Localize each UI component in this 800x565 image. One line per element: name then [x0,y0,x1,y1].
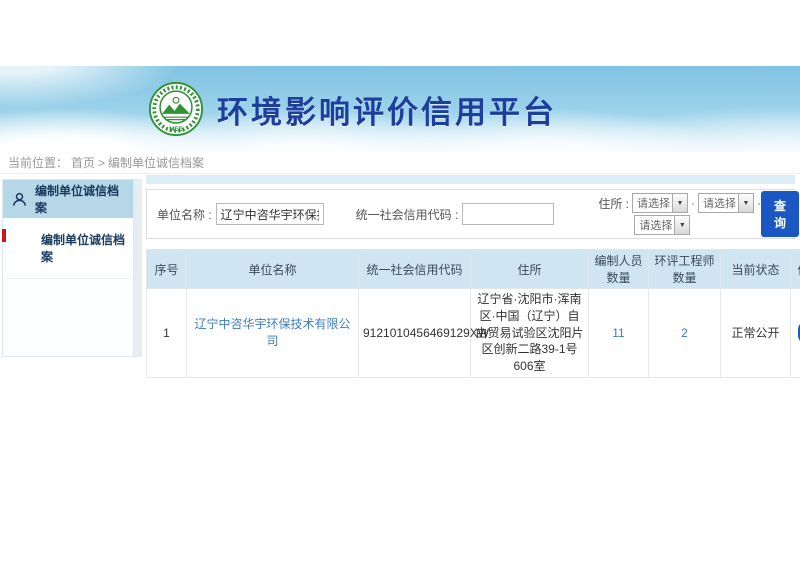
header-credit-code: 统一社会信用代码 [359,250,471,289]
engineer-count-link[interactable]: 2 [681,326,688,340]
chevron-down-icon: ▼ [674,216,689,234]
breadcrumb-home-link[interactable]: 首页 [71,156,95,170]
address-province-select[interactable]: 请选择 ▼ [632,193,688,213]
header-status: 当前状态 [721,250,791,289]
cell-credit-code: 9121010456469129XW [359,289,471,378]
breadcrumb: 当前位置：首页>编制单位诚信档案 [0,152,800,174]
sidebar-divider [134,179,142,357]
company-name-link[interactable]: 辽宁中咨华宇环保技术有限公司 [194,317,350,348]
query-button[interactable]: 查询 [761,191,799,237]
header-engineer-count: 环评工程师数量 [649,250,721,289]
credit-code-input[interactable] [462,203,554,225]
staff-count-link[interactable]: 11 [612,326,624,340]
site-banner: MEE 环境影响评价信用平台 [0,66,800,152]
page-layout: 编制单位诚信档案 编制单位诚信档案 单位名称 : 统一社会信用代码 : 住所 :… [0,175,800,565]
header-unit-name: 单位名称 [187,250,359,289]
user-icon [12,192,27,207]
sidebar-section-label: 编制单位诚信档案 [35,182,124,216]
table-row: 1 辽宁中咨华宇环保技术有限公司 9121010456469129XW 辽宁省·… [147,289,800,378]
credit-code-label: 统一社会信用代码 : [356,206,459,223]
header-credit-record: 信用记录 [791,250,800,289]
chevron-down-icon: ▼ [738,194,753,212]
mee-logo-icon: MEE [147,80,205,138]
header-staff-count: 编制人员数量 [589,250,649,289]
main-top-strip [146,175,795,184]
sidebar-item-label: 编制单位诚信档案 [41,233,125,264]
cell-address: 辽宁省·沈阳市·浑南区·中国（辽宁）自由贸易试验区沈阳片区创新二路39-1号60… [471,289,589,378]
sidebar-item-archive[interactable]: 编制单位诚信档案 [3,218,133,279]
unit-name-label: 单位名称 : [157,206,212,223]
breadcrumb-label: 当前位置： [8,156,68,170]
breadcrumb-current: 编制单位诚信档案 [108,156,204,170]
unit-name-input[interactable] [216,203,324,225]
address-district-select[interactable]: 请选择 ▼ [634,215,690,235]
header-address: 住所 [471,250,589,289]
main-content: 单位名称 : 统一社会信用代码 : 住所 : 请选择 ▼ · 请选择 ▼ · [146,175,795,378]
cell-index: 1 [147,289,187,378]
address-city-select[interactable]: 请选择 ▼ [698,193,754,213]
breadcrumb-separator: > [98,156,105,170]
table-header-row: 序号 单位名称 统一社会信用代码 住所 编制人员数量 环评工程师数量 当前状态 … [147,250,800,289]
chevron-down-icon: ▼ [672,194,687,212]
header-index: 序号 [147,250,187,289]
cell-status: 正常公开 [721,289,791,378]
search-panel: 单位名称 : 统一社会信用代码 : 住所 : 请选择 ▼ · 请选择 ▼ · [146,189,795,239]
address-select-group: 住所 : 请选择 ▼ · 请选择 ▼ · 请选择 ▼ [598,193,761,235]
sidebar-section-header[interactable]: 编制单位诚信档案 [3,180,133,218]
address-label: 住所 : [598,195,629,212]
results-table: 序号 单位名称 统一社会信用代码 住所 编制人员数量 环评工程师数量 当前状态 … [146,249,800,378]
sidebar: 编制单位诚信档案 编制单位诚信档案 [2,179,134,357]
svg-text:MEE: MEE [169,126,183,133]
page-title: 环境影响评价信用平台 [217,87,557,132]
